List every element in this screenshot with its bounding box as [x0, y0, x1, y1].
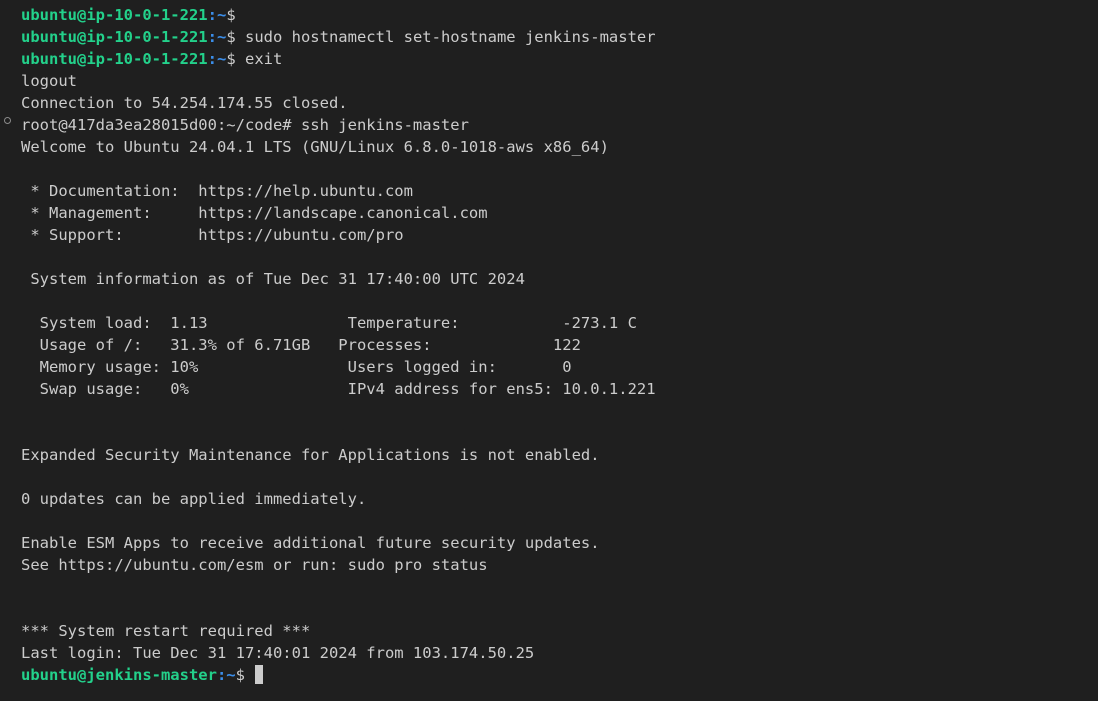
prompt-path: :~ — [207, 6, 227, 24]
command-text: exit — [235, 50, 283, 68]
output-line: Memory usage: 10% Users logged in: 0 — [21, 358, 572, 376]
output-line: Expanded Security Maintenance for Applic… — [21, 446, 600, 464]
output-line: Last login: Tue Dec 31 17:40:01 2024 fro… — [21, 644, 535, 662]
prompt-line: ubuntu@ip-10-0-1-221:~$ sudo hostnamectl… — [21, 26, 1098, 48]
output-line: Welcome to Ubuntu 24.04.1 LTS (GNU/Linux… — [21, 138, 609, 156]
output-line: Usage of /: 31.3% of 6.71GB Processes: 1… — [21, 336, 581, 354]
prompt-user-host: ubuntu@ip-10-0-1-221 — [21, 50, 208, 68]
prompt-line: ubuntu@ip-10-0-1-221:~$ exit — [21, 48, 1098, 70]
prompt-user-host: ubuntu@ip-10-0-1-221 — [21, 28, 208, 46]
prompt-symbol: $ — [226, 28, 236, 46]
prompt-path: :~ — [207, 28, 227, 46]
prompt-path: :~ — [207, 50, 227, 68]
output-line: Enable ESM Apps to receive additional fu… — [21, 534, 600, 552]
root-command-line: root@417da3ea28015d00:~/code# ssh jenkin… — [21, 116, 469, 134]
output-line: Connection to 54.254.174.55 closed. — [21, 94, 348, 112]
active-prompt-line[interactable]: ubuntu@jenkins-master:~$ — [21, 664, 1098, 686]
prompt-symbol: $ — [226, 6, 236, 24]
prompt-user-host: ubuntu@ip-10-0-1-221 — [21, 6, 208, 24]
output-line: See https://ubuntu.com/esm or run: sudo … — [21, 556, 488, 574]
output-line: logout — [21, 72, 77, 90]
command-text: sudo hostnamectl set-hostname jenkins-ma… — [235, 28, 656, 46]
terminal-window[interactable]: ubuntu@ip-10-0-1-221:~$ ubuntu@ip-10-0-1… — [0, 0, 1098, 701]
output-line: * Management: https://landscape.canonica… — [21, 204, 488, 222]
output-line: *** System restart required *** — [21, 622, 311, 640]
output-line: Swap usage: 0% IPv4 address for ens5: 10… — [21, 380, 656, 398]
output-line: System load: 1.13 Temperature: -273.1 C — [21, 314, 637, 332]
command-decoration-circle-icon[interactable] — [4, 117, 11, 124]
prompt-line: ubuntu@ip-10-0-1-221:~$ — [21, 4, 1098, 26]
prompt-symbol: $ — [235, 666, 255, 684]
text-cursor[interactable] — [255, 665, 264, 684]
output-line: * Documentation: https://help.ubuntu.com — [21, 182, 413, 200]
output-line: 0 updates can be applied immediately. — [21, 490, 367, 508]
output-line: System information as of Tue Dec 31 17:4… — [21, 270, 525, 288]
prompt-path: :~ — [216, 666, 236, 684]
prompt-user-host: ubuntu@jenkins-master — [21, 666, 217, 684]
output-line: * Support: https://ubuntu.com/pro — [21, 226, 404, 244]
prompt-symbol: $ — [226, 50, 236, 68]
